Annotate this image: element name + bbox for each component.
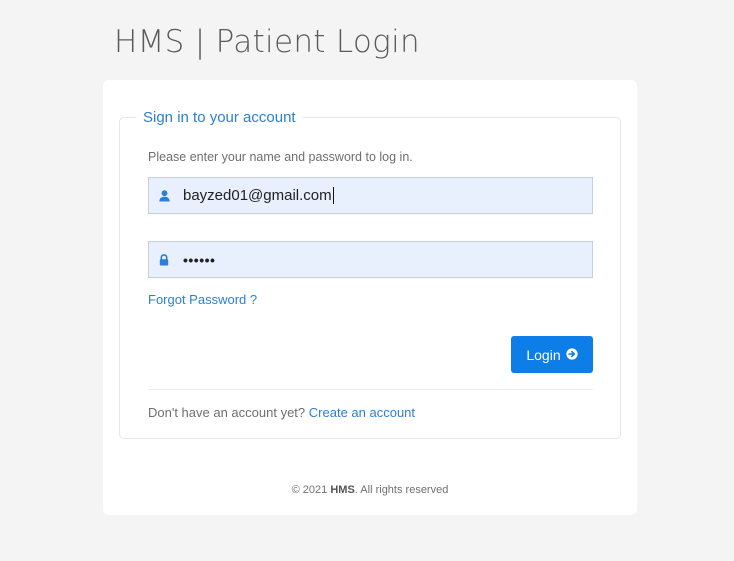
login-button-label: Login [526, 346, 561, 363]
email-value: bayzed01@gmail.com [183, 186, 334, 205]
login-legend: Sign in to your account [143, 109, 296, 126]
signup-row: Don't have an account yet? Create an acc… [148, 405, 415, 420]
arrow-circle-right-icon [566, 347, 578, 363]
login-card: Sign in to your account Please enter you… [103, 80, 637, 515]
password-value: •••••• [183, 251, 216, 268]
signup-prompt: Don't have an account yet? [148, 405, 306, 420]
user-icon [158, 189, 170, 202]
create-account-link[interactable]: Create an account [309, 405, 415, 420]
divider [148, 389, 593, 390]
login-hint: Please enter your name and password to l… [148, 150, 413, 164]
footer-copyright: © 2021 [291, 484, 328, 496]
email-field[interactable]: bayzed01@gmail.com [148, 177, 593, 214]
lock-icon [158, 253, 170, 266]
forgot-password-link[interactable]: Forgot Password ? [148, 292, 257, 307]
footer: © 2021 HMS. All rights reserved [103, 484, 637, 496]
footer-brand: HMS [330, 484, 355, 496]
footer-suffix: . All rights reserved [354, 484, 449, 496]
text-caret [332, 187, 334, 205]
login-button[interactable]: Login [511, 336, 593, 373]
password-field[interactable]: •••••• [148, 241, 593, 278]
page-title: HMS | Patient Login [114, 24, 420, 60]
